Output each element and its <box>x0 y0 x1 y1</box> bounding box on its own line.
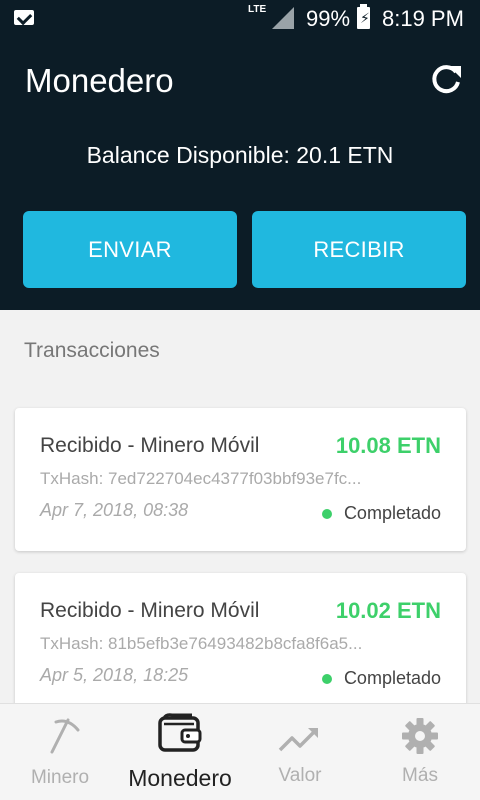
pickaxe-icon <box>50 718 80 754</box>
nav-item-monedero[interactable]: Monedero <box>115 704 245 800</box>
transaction-hash: TxHash: 7ed722704ec4377f03bbf93e7fc... <box>40 469 362 488</box>
transaction-amount: 10.02 ETN <box>335 598 441 623</box>
transaction-title: Recibido - Minero Móvil <box>40 434 260 457</box>
signal-icon <box>272 7 294 29</box>
nav-label: Minero <box>30 767 90 788</box>
transaction-status: Completado <box>321 668 441 689</box>
nav-label: Más <box>402 765 438 786</box>
balance-text: Balance Disponible: 20.1 ETN <box>86 142 394 168</box>
gmail-icon <box>14 10 34 25</box>
status-label: Completado <box>343 668 441 688</box>
wallet-header: Monedero Balance Disponible: 20.1 ETN EN… <box>0 36 480 310</box>
nav-item-mas[interactable]: Más <box>380 704 460 800</box>
network-type: LTE <box>248 4 267 15</box>
battery-charging-icon: ⚡ <box>357 4 370 29</box>
nav-item-minero[interactable]: Minero <box>20 704 100 800</box>
battery-percent: 99% <box>306 6 351 31</box>
bottom-navigation: Minero Monedero Valor Más <box>0 703 480 800</box>
status-time: 8:19 PM <box>382 6 464 31</box>
status-label: Completado <box>343 503 441 523</box>
receive-button[interactable]: RECIBIR <box>252 211 466 288</box>
nav-item-valor[interactable]: Valor <box>262 704 338 800</box>
send-button[interactable]: ENVIAR <box>23 211 237 288</box>
transaction-title: Recibido - Minero Móvil <box>40 599 260 622</box>
wallet-icon <box>158 713 202 752</box>
status-dot-icon <box>321 673 332 684</box>
nav-label: Monedero <box>128 765 232 791</box>
transaction-hash: TxHash: 81b5efb3e76493482b8cfa8f6a5... <box>40 634 363 653</box>
trending-up-icon <box>278 728 318 752</box>
refresh-icon[interactable] <box>428 62 464 98</box>
transaction-status: Completado <box>321 503 441 524</box>
nav-label: Valor <box>278 765 322 786</box>
transaction-card[interactable]: Recibido - Minero Móvil 10.08 ETN TxHash… <box>15 408 466 551</box>
transactions-title: Transacciones <box>24 339 160 362</box>
transaction-date: Apr 5, 2018, 18:25 <box>40 665 189 685</box>
status-dot-icon <box>321 508 332 519</box>
status-bar: LTE 99% ⚡ 8:19 PM <box>0 0 480 36</box>
transaction-amount: 10.08 ETN <box>335 433 441 458</box>
page-title: Monedero <box>25 62 174 99</box>
transaction-card[interactable]: Recibido - Minero Móvil 10.02 ETN TxHash… <box>15 573 466 716</box>
transaction-date: Apr 7, 2018, 08:38 <box>40 500 189 520</box>
gear-icon <box>402 718 438 754</box>
